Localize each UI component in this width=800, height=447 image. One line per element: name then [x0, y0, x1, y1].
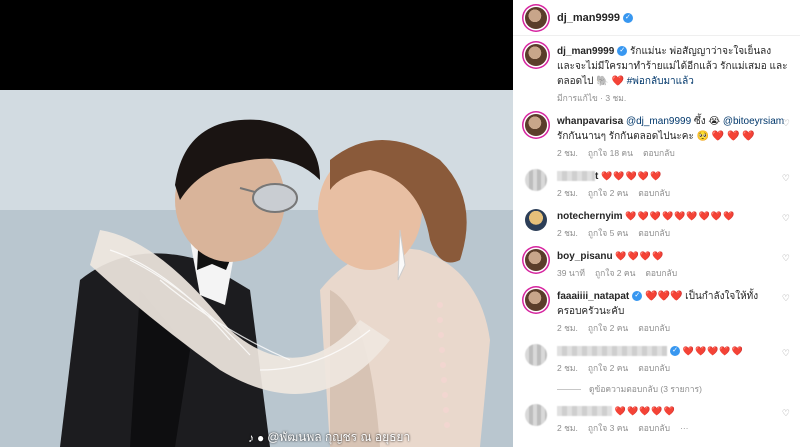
- author-username[interactable]: dj_man9999: [557, 12, 620, 24]
- comment-item: ❤️❤️❤️❤️❤️ 2 ชม. ถูกใจ 3 คน ตอบกลับ ··· …: [513, 404, 800, 436]
- comment-username[interactable]: t: [595, 171, 598, 182]
- comment-username[interactable]: whanpavarisa: [557, 116, 623, 127]
- comment-avatar[interactable]: [525, 289, 547, 311]
- caption-emoji: 🐘 ❤️: [596, 76, 624, 87]
- like-heart-icon[interactable]: ♡: [782, 408, 790, 419]
- post-media[interactable]: ♪ ● @พัฒนพล กุญชร ณ อยุธยา: [0, 0, 513, 447]
- comment-item: faaaiiii_natapat ✓ ❤️❤️❤️ เป็นกำลังใจให้ท…: [513, 289, 800, 336]
- comment-likes[interactable]: ถูกใจ 5 คน: [588, 226, 628, 241]
- caption-username[interactable]: dj_man9999: [557, 46, 614, 57]
- post-caption: dj_man9999 ✓ รักแม่นะ พ่อสัญญาว่าจะใจเย็น…: [513, 36, 800, 106]
- caption-time: มีการแก้ไข · 3 ชม.: [557, 93, 627, 103]
- comment-time: 2 ชม.: [557, 148, 578, 158]
- comment-avatar[interactable]: [525, 344, 547, 366]
- caption-avatar[interactable]: [525, 44, 547, 66]
- comment-mention[interactable]: @bitoeyrsiam: [723, 116, 784, 127]
- couple-illustration: [0, 90, 513, 447]
- comment-likes[interactable]: ถูกใจ 2 คน: [595, 266, 635, 281]
- like-heart-icon[interactable]: ♡: [782, 173, 790, 184]
- comment-username[interactable]: faaaiiii_natapat: [557, 291, 629, 302]
- comment-text: ❤️❤️❤️❤️❤️: [682, 346, 744, 356]
- comment-item: boy_pisanu ❤️❤️❤️❤️ 39 นาที ถูกใจ 2 คน ต…: [513, 249, 800, 281]
- comment-likes[interactable]: ถูกใจ 2 คน: [588, 361, 628, 376]
- blurred-username: [557, 171, 595, 182]
- comment-username[interactable]: boy_pisanu: [557, 251, 613, 262]
- comment-text: ซึ้ง 😭: [693, 116, 721, 127]
- comment-avatar[interactable]: [525, 404, 547, 426]
- reply-button[interactable]: ตอบกลับ: [638, 186, 670, 201]
- reply-button[interactable]: ตอบกลับ: [643, 146, 675, 161]
- blurred-username: [557, 346, 667, 357]
- like-heart-icon[interactable]: ♡: [782, 293, 790, 304]
- blurred-username: [557, 406, 612, 417]
- comment-likes[interactable]: ถูกใจ 2 คน: [588, 321, 628, 336]
- comment-avatar[interactable]: [525, 209, 547, 231]
- reply-divider: [557, 388, 581, 390]
- view-replies-label[interactable]: ดูข้อความตอบกลับ (3 รายการ): [589, 382, 702, 396]
- comment-time: 2 ชม.: [557, 323, 578, 333]
- comment-item: notechernyim ❤️❤️❤️❤️❤️❤️❤️❤️❤️ 2 ชม. ถู…: [513, 209, 800, 241]
- like-heart-icon[interactable]: ♡: [782, 118, 790, 129]
- comment-item: ✓ ❤️❤️❤️❤️❤️ 2 ชม. ถูกใจ 2 คน ตอบกลับ ♡: [513, 344, 800, 376]
- author-avatar[interactable]: [525, 6, 547, 29]
- comment-likes[interactable]: ถูกใจ 3 คน: [588, 421, 628, 436]
- verified-badge-icon: ✓: [622, 12, 633, 23]
- photo-watermark: ♪ ● @พัฒนพล กุญชร ณ อยุธยา: [248, 428, 410, 447]
- comment-text: ❤️❤️❤️❤️❤️❤️❤️❤️❤️: [625, 211, 736, 221]
- like-heart-icon[interactable]: ♡: [782, 253, 790, 264]
- comment-text: ❤️❤️❤️❤️❤️: [601, 171, 663, 181]
- comment-item: whanpavarisa @dj_man9999 ซึ้ง 😭 @bitoeyr…: [513, 114, 800, 161]
- comment-time: 39 นาที: [557, 268, 586, 278]
- comment-time: 2 ชม.: [557, 363, 578, 373]
- comment-time: 2 ชม.: [557, 228, 578, 238]
- comment-text: ❤️❤️❤️❤️❤️: [614, 406, 676, 416]
- post-header: dj_man9999 ✓: [513, 0, 800, 36]
- comment-time: 2 ชม.: [557, 423, 578, 433]
- comment-avatar[interactable]: [525, 169, 547, 191]
- comment-time: 2 ชม.: [557, 188, 578, 198]
- comment-avatar[interactable]: [525, 114, 547, 136]
- like-heart-icon[interactable]: ♡: [782, 348, 790, 359]
- comment-likes[interactable]: ถูกใจ 18 คน: [588, 146, 633, 161]
- comment-text: รักกันนานๆ รักกันตลอดไปนะคะ 🥺 ❤️ ❤️ ❤️: [557, 131, 755, 142]
- tiktok-icon: ♪: [248, 430, 254, 445]
- comment-mention[interactable]: @dj_man9999: [626, 116, 691, 127]
- verified-badge-icon: ✓: [632, 291, 643, 302]
- comments-panel: dj_man9999 ✓ dj_man9999 ✓ รักแม่นะ พ่อสัญ…: [513, 0, 800, 447]
- comment-avatar[interactable]: [525, 249, 547, 271]
- reply-button[interactable]: ตอบกลับ: [638, 361, 670, 376]
- comment-text: ❤️❤️❤️❤️: [615, 251, 665, 261]
- watermark-text: @พัฒนพล กุญชร ณ อยุธยา: [267, 430, 411, 444]
- reply-button[interactable]: ตอบกลับ: [638, 321, 670, 336]
- view-replies-button[interactable]: ดูข้อความตอบกลับ (3 รายการ): [513, 382, 800, 396]
- comment-likes[interactable]: ถูกใจ 2 คน: [588, 186, 628, 201]
- reply-button[interactable]: ตอบกลับ: [638, 226, 670, 241]
- verified-badge-icon: ✓: [617, 46, 628, 57]
- wedding-photo: [0, 90, 513, 447]
- reply-button[interactable]: ตอบกลับ: [645, 266, 677, 281]
- comment-item: t ❤️❤️❤️❤️❤️ 2 ชม. ถูกใจ 2 คน ตอบกลับ ♡: [513, 169, 800, 201]
- like-heart-icon[interactable]: ♡: [782, 213, 790, 224]
- verified-badge-icon: ✓: [670, 346, 680, 357]
- instagram-post-view: ♪ ● @พัฒนพล กุญชร ณ อยุธยา dj_man9999 ✓ …: [0, 0, 800, 447]
- caption-hashtag[interactable]: #พ่อกลับมาแล้ว: [627, 76, 694, 87]
- comment-username[interactable]: notechernyim: [557, 211, 623, 222]
- user-icon: ●: [257, 430, 265, 445]
- more-options-icon[interactable]: ···: [680, 421, 689, 436]
- reply-button[interactable]: ตอบกลับ: [638, 421, 670, 436]
